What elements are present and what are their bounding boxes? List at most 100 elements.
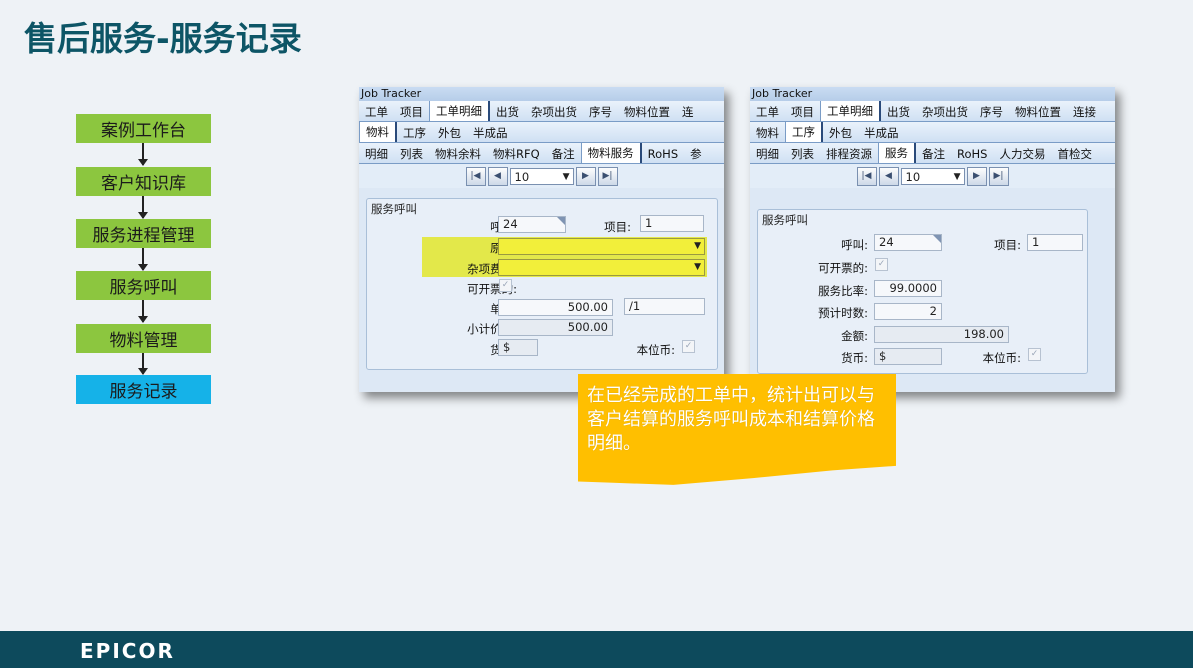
service-rate-label: 服务比率:	[818, 284, 868, 298]
callout-note: 在已经完成的工单中，统计出可以与客户结算的服务呼叫成本和结算价格明细。	[578, 374, 896, 485]
tab-subcontract[interactable]: 外包	[823, 125, 858, 142]
flow-arrow	[138, 196, 148, 219]
tab-row-tertiary: 明细 列表 物料余料 物料RFQ 备注 物料服务 RoHS 参	[359, 143, 724, 164]
call-value: 24	[879, 235, 894, 249]
tab-rohs[interactable]: RoHS	[951, 146, 993, 163]
flow-arrow	[138, 143, 148, 166]
tab-serial[interactable]: 序号	[583, 104, 618, 121]
tab-assembly[interactable]: 半成品	[467, 125, 514, 142]
tab-operation[interactable]: 工序	[785, 122, 823, 142]
amount-label: 金额:	[841, 329, 868, 343]
flow-step-service-record: 服务记录	[76, 375, 211, 404]
prev-record-icon[interactable]: ◀	[487, 166, 508, 186]
invoiceable-checkbox[interactable]: ✓	[875, 258, 888, 271]
tab-link[interactable]: 连	[676, 104, 700, 121]
tab-material-service[interactable]: 物料服务	[580, 143, 642, 163]
tab-material-location[interactable]: 物料位置	[1009, 104, 1067, 121]
tab-row-primary: 工单 项目 工单明细 出货 杂项出货 序号 物料位置 连	[359, 101, 724, 122]
tab-shipping[interactable]: 出货	[490, 104, 525, 121]
first-record-icon[interactable]: |◀	[856, 166, 877, 186]
currency-field: $	[498, 339, 538, 356]
tab-row-secondary: 物料 工序 外包 半成品	[359, 122, 724, 143]
tab-material-remnant[interactable]: 物料余料	[429, 146, 487, 163]
tab-memo[interactable]: 备注	[546, 146, 581, 163]
group-title: 服务呼叫	[371, 202, 417, 216]
tab-more[interactable]: 参	[684, 146, 708, 163]
tab-first-article[interactable]: 首检交	[1051, 146, 1098, 163]
tab-project[interactable]: 项目	[785, 104, 820, 121]
flow-step-service-call: 服务呼叫	[76, 271, 211, 300]
misc-charge-combo[interactable]: ▼	[498, 259, 705, 276]
currency-field: $	[874, 348, 942, 365]
first-record-icon[interactable]: |◀	[465, 166, 486, 186]
tab-labor-transaction[interactable]: 人力交易	[993, 146, 1051, 163]
flow-arrow	[138, 300, 148, 323]
estimated-hours-field[interactable]: 2	[874, 303, 942, 320]
tab-assembly[interactable]: 半成品	[858, 125, 905, 142]
tab-row-secondary: 物料 工序 外包 半成品	[750, 122, 1115, 143]
tab-material-rfq[interactable]: 物料RFQ	[487, 146, 546, 163]
unit-field[interactable]: /1	[624, 298, 705, 315]
next-record-icon[interactable]: ▶	[575, 166, 596, 186]
prev-record-icon[interactable]: ◀	[878, 166, 899, 186]
tab-subcontract[interactable]: 外包	[432, 125, 467, 142]
base-currency-checkbox[interactable]: ✓	[1028, 348, 1041, 361]
last-record-icon[interactable]: ▶|	[988, 166, 1009, 186]
tab-job-detail[interactable]: 工单明细	[429, 101, 490, 121]
slide-title: 售后服务-服务记录	[24, 19, 302, 58]
next-record-icon[interactable]: ▶	[966, 166, 987, 186]
invoiceable-label: 可开票的:	[818, 261, 868, 275]
tab-misc-shipping[interactable]: 杂项出货	[916, 104, 974, 121]
base-currency-checkbox[interactable]: ✓	[682, 340, 695, 353]
currency-label: 货币:	[841, 351, 868, 365]
flow-arrow	[138, 248, 148, 271]
tab-detail[interactable]: 明细	[359, 146, 394, 163]
call-field[interactable]: 24	[874, 234, 942, 251]
checkmark-icon: ✓	[501, 280, 510, 290]
unit-value: /1	[629, 299, 641, 313]
service-rate-field[interactable]: 99.0000	[874, 280, 942, 297]
call-field[interactable]: 24	[498, 216, 566, 233]
tab-list[interactable]: 列表	[394, 146, 429, 163]
tab-list[interactable]: 列表	[785, 146, 820, 163]
project-field[interactable]: 1	[640, 215, 704, 232]
tab-job[interactable]: 工单	[750, 104, 785, 121]
invoiceable-checkbox[interactable]: ✓	[499, 279, 512, 292]
tab-serial[interactable]: 序号	[974, 104, 1009, 121]
checkmark-icon: ✓	[1030, 349, 1039, 359]
tab-rohs[interactable]: RoHS	[642, 146, 684, 163]
call-label: 呼叫:	[841, 238, 868, 252]
tab-row-tertiary: 明细 列表 排程资源 服务 备注 RoHS 人力交易 首检交	[750, 143, 1115, 164]
tab-material-location[interactable]: 物料位置	[618, 104, 676, 121]
tab-job-detail[interactable]: 工单明细	[820, 101, 881, 121]
subtotal-value: 500.00	[567, 320, 608, 334]
window-title: Job Tracker	[750, 87, 1115, 101]
currency-value: $	[879, 349, 887, 363]
tab-job[interactable]: 工单	[359, 104, 394, 121]
amount-value: 198.00	[963, 327, 1004, 341]
job-tracker-window-left: Job Tracker 工单 项目 工单明细 出货 杂项出货 序号 物料位置 连…	[359, 87, 724, 392]
tab-shipping[interactable]: 出货	[881, 104, 916, 121]
unit-price-value: 500.00	[567, 300, 608, 314]
tab-operation[interactable]: 工序	[397, 125, 432, 142]
tab-schedule-resource[interactable]: 排程资源	[820, 146, 878, 163]
chevron-down-icon: ▼	[562, 171, 570, 182]
project-value: 1	[1032, 235, 1040, 249]
tab-detail[interactable]: 明细	[750, 146, 785, 163]
tab-memo[interactable]: 备注	[916, 146, 951, 163]
subtotal-field: 500.00	[498, 319, 613, 336]
last-record-icon[interactable]: ▶|	[597, 166, 618, 186]
tab-material[interactable]: 物料	[359, 122, 397, 142]
checkmark-icon: ✓	[877, 259, 886, 269]
tab-material[interactable]: 物料	[750, 125, 785, 142]
project-field[interactable]: 1	[1027, 234, 1083, 251]
tab-project[interactable]: 项目	[394, 104, 429, 121]
service-rate-value: 99.0000	[889, 281, 937, 295]
record-select[interactable]: 10 ▼	[900, 167, 965, 185]
reason-combo[interactable]: ▼	[498, 238, 705, 255]
tab-misc-shipping[interactable]: 杂项出货	[525, 104, 583, 121]
record-select[interactable]: 10 ▼	[509, 167, 574, 185]
tab-service[interactable]: 服务	[878, 143, 916, 163]
tab-link[interactable]: 连接	[1067, 104, 1102, 121]
unit-price-field[interactable]: 500.00	[498, 299, 613, 316]
